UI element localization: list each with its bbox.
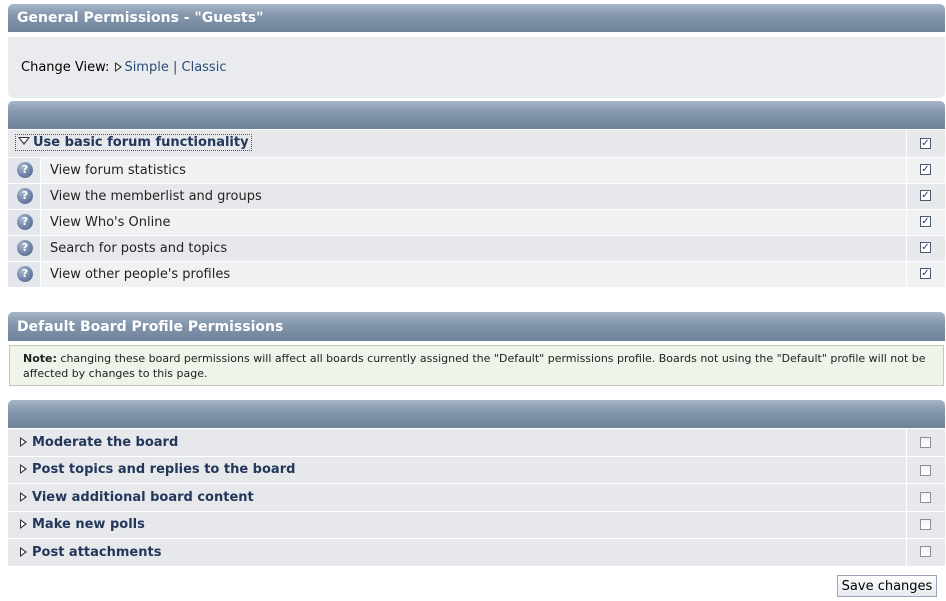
- permission-checkbox[interactable]: ✓: [920, 268, 931, 279]
- simple-view-link[interactable]: Simple: [124, 60, 168, 75]
- permission-checkbox[interactable]: ✓: [920, 164, 931, 175]
- board-group-checkbox[interactable]: [920, 519, 931, 530]
- permission-row: ? Search for posts and topics ✓: [8, 235, 945, 261]
- help-icon[interactable]: ?: [17, 188, 33, 204]
- change-view-label: Change View:: [21, 60, 110, 75]
- note-text: changing these board permissions will af…: [23, 352, 926, 380]
- change-view-line: Change View: Simple | Classic: [21, 60, 226, 75]
- arrow-right-icon: [115, 62, 123, 72]
- board-table-header: [8, 400, 945, 428]
- general-permissions-header: General Permissions - "Guests": [8, 4, 945, 32]
- permission-label: View other people's profiles: [50, 267, 231, 282]
- board-permissions-title: Default Board Profile Permissions: [17, 319, 284, 335]
- save-changes-button[interactable]: Save changes: [837, 575, 937, 597]
- board-group-checkbox[interactable]: [920, 546, 931, 557]
- permission-checkbox[interactable]: ✓: [920, 216, 931, 227]
- board-group-row[interactable]: View additional board content: [8, 483, 945, 511]
- board-group-label: View additional board content: [32, 490, 254, 505]
- board-group-checkbox[interactable]: [920, 492, 931, 503]
- permission-label: Search for posts and topics: [50, 241, 228, 256]
- permission-row: ? View other people's profiles ✓: [8, 261, 945, 287]
- permission-row: ? View forum statistics ✓: [8, 157, 945, 183]
- arrow-right-icon: [20, 492, 27, 502]
- board-group-row[interactable]: Post attachments: [8, 538, 945, 566]
- permission-checkbox[interactable]: ✓: [920, 242, 931, 253]
- board-group-row[interactable]: Post topics and replies to the board: [8, 456, 945, 483]
- arrow-right-icon: [20, 464, 27, 474]
- help-icon[interactable]: ?: [17, 162, 33, 178]
- arrow-down-icon: [18, 137, 30, 145]
- board-permissions-header: Default Board Profile Permissions: [8, 312, 945, 341]
- permissions-table-header: [8, 101, 945, 129]
- permission-checkbox[interactable]: ✓: [920, 190, 931, 201]
- group-toggle-basic[interactable]: Use basic forum functionality: [15, 134, 252, 151]
- board-group-checkbox[interactable]: [920, 465, 931, 476]
- board-group-row[interactable]: Moderate the board: [8, 428, 945, 456]
- help-icon[interactable]: ?: [17, 214, 33, 230]
- help-icon[interactable]: ?: [17, 266, 33, 282]
- permission-label: View the memberlist and groups: [50, 189, 262, 204]
- note-label: Note:: [23, 352, 57, 365]
- general-permissions-title: General Permissions - "Guests": [17, 10, 264, 26]
- arrow-right-icon: [20, 437, 27, 447]
- permission-row: ? View the memberlist and groups ✓: [8, 183, 945, 209]
- classic-view-link[interactable]: Classic: [182, 60, 227, 75]
- group-label-basic: Use basic forum functionality: [33, 135, 249, 150]
- group-row-basic[interactable]: Use basic forum functionality ✓: [8, 129, 945, 157]
- arrow-right-icon: [20, 547, 27, 557]
- board-group-label: Make new polls: [32, 517, 145, 532]
- permission-row: ? View Who's Online ✓: [8, 209, 945, 235]
- permission-label: View Who's Online: [50, 215, 171, 230]
- permission-label: View forum statistics: [50, 163, 186, 178]
- help-icon[interactable]: ?: [17, 240, 33, 256]
- arrow-right-icon: [20, 519, 27, 529]
- board-group-checkbox[interactable]: [920, 437, 931, 448]
- board-permissions-note: Note: changing these board permissions w…: [9, 345, 944, 386]
- board-group-row[interactable]: Make new polls: [8, 511, 945, 538]
- change-view-panel: Change View: Simple | Classic: [8, 37, 945, 98]
- board-group-label: Post attachments: [32, 545, 162, 560]
- group-checkbox-basic[interactable]: ✓: [920, 138, 931, 149]
- board-group-label: Post topics and replies to the board: [32, 462, 296, 477]
- view-separator: |: [172, 60, 178, 75]
- board-group-label: Moderate the board: [32, 435, 179, 450]
